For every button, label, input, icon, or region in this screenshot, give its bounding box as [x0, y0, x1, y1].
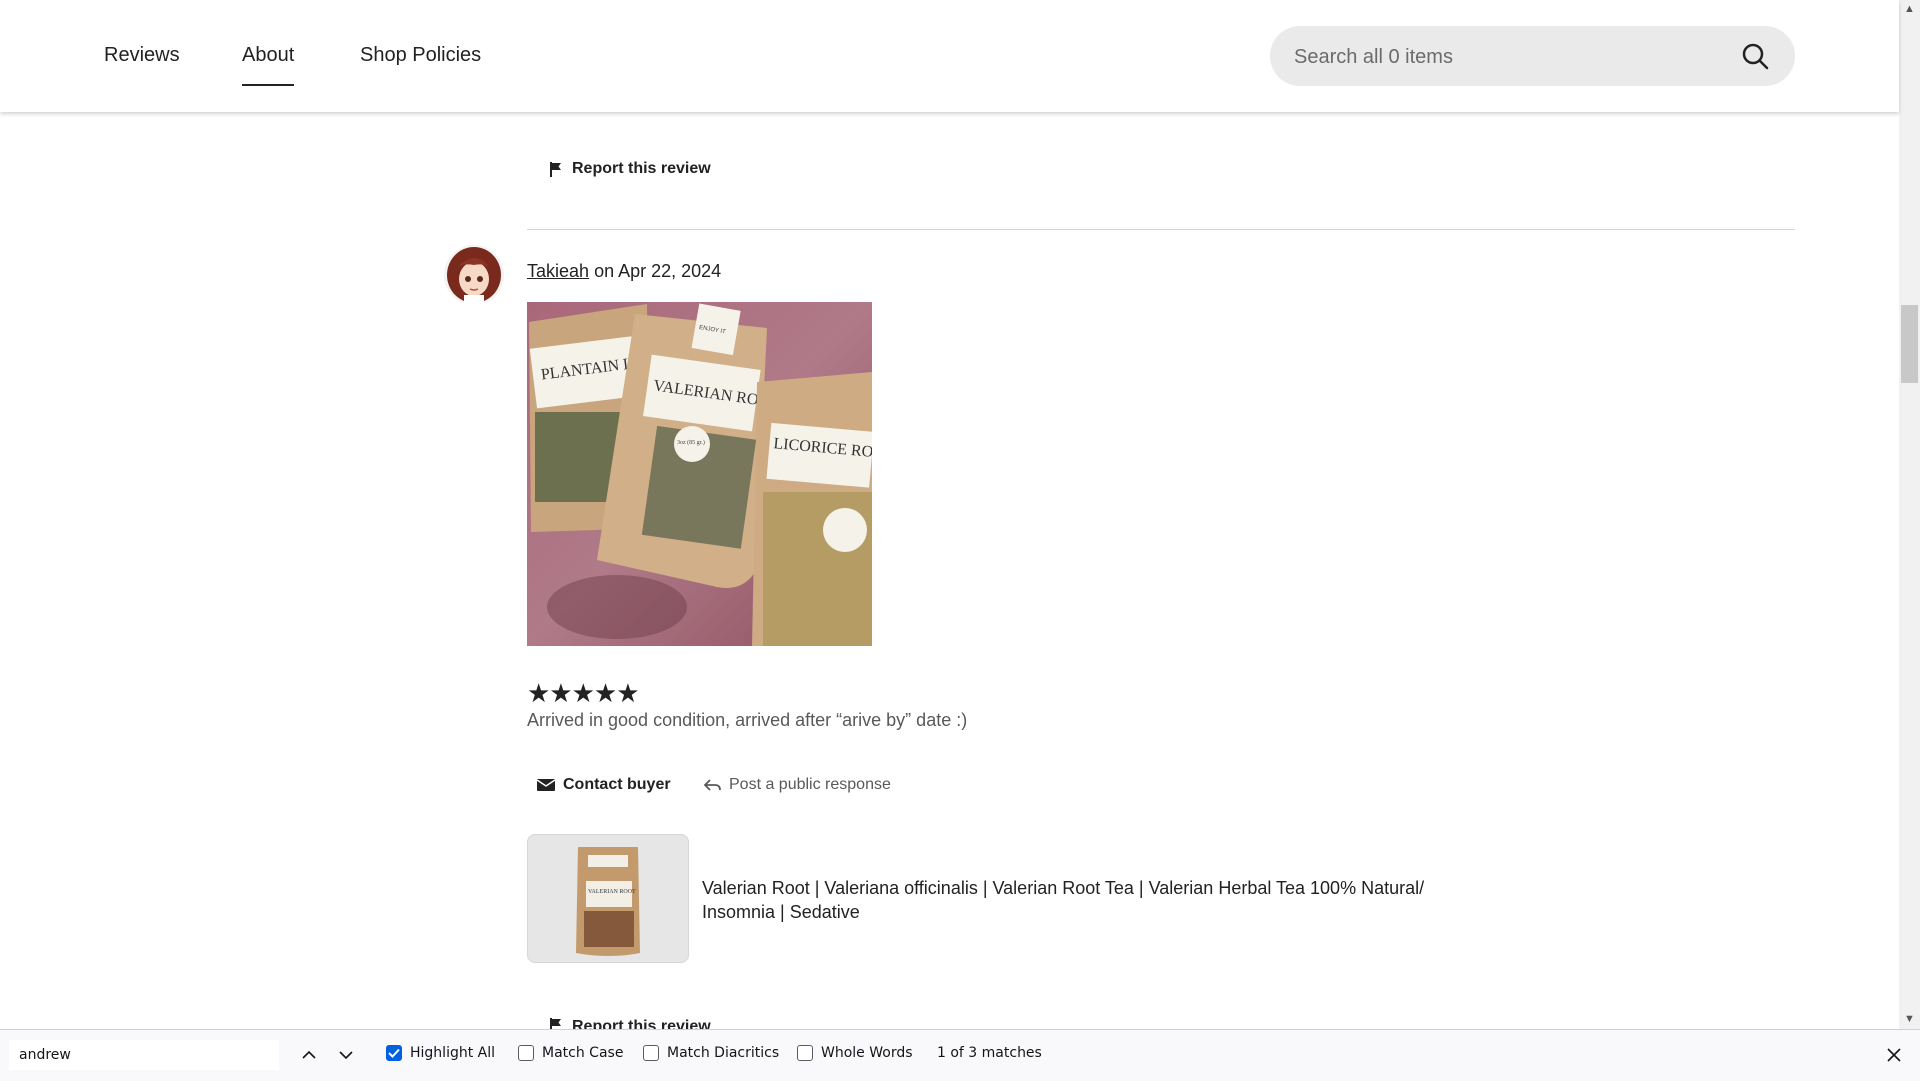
chevron-down-icon: [339, 1051, 353, 1060]
shop-search: [1270, 26, 1795, 86]
search-input[interactable]: [1292, 40, 1716, 74]
reviewer-avatar-image: [444, 245, 504, 305]
reviewer-line: Takieah on Apr 22, 2024: [527, 261, 721, 282]
report-review-link-previous[interactable]: Report this review: [550, 160, 711, 178]
avatar[interactable]: [444, 245, 504, 305]
report-review-link[interactable]: Report this review: [550, 1018, 711, 1029]
whole-words-checkbox[interactable]: Whole Words: [797, 1045, 913, 1061]
tab-reviews[interactable]: Reviews: [104, 44, 180, 67]
whole-words-label: Whole Words: [821, 1045, 913, 1061]
flag-icon: [550, 161, 561, 177]
chevron-up-icon: [302, 1050, 316, 1059]
search-icon[interactable]: [1741, 42, 1769, 70]
match-diacritics-label: Match Diacritics: [667, 1045, 780, 1061]
highlight-all-label: Highlight All: [410, 1045, 496, 1061]
page-scrollbar[interactable]: ▲ ▼: [1899, 0, 1920, 1029]
thumbnail-label: VALERIAN ROOT: [588, 889, 636, 895]
review-photo[interactable]: PLANTAIN LEAF VALERIAN ROOT ENJOY IT 3oz…: [527, 302, 872, 646]
review-divider: [527, 229, 1795, 230]
contact-buyer-label: Contact buyer: [563, 776, 671, 793]
report-review-label: Report this review: [572, 160, 711, 177]
review-text: Arrived in good condition, arrived after…: [527, 710, 968, 730]
shop-nav-bar: Reviews About Shop Policies: [0, 0, 1899, 112]
review-date: on Apr 22, 2024: [594, 261, 722, 281]
match-case-label: Match Case: [542, 1045, 624, 1061]
photo-label-weight-1: 3oz (85 gr.): [677, 439, 705, 446]
review-photo-image: PLANTAIN LEAF VALERIAN ROOT ENJOY IT 3oz…: [527, 302, 872, 646]
checkbox-unchecked: [518, 1045, 534, 1061]
tab-shop-policies[interactable]: Shop Policies: [360, 44, 481, 67]
flag-icon: [550, 1018, 561, 1029]
report-review-label: Report this review: [572, 1018, 711, 1029]
next-match-button[interactable]: [332, 1041, 360, 1069]
match-count-status: 1 of 3 matches: [937, 1045, 1042, 1061]
post-public-response-label: Post a public response: [729, 776, 891, 793]
previous-match-button[interactable]: [295, 1041, 323, 1069]
tab-about[interactable]: About: [242, 44, 295, 86]
find-input[interactable]: [9, 1040, 279, 1070]
close-icon: [1887, 1048, 1901, 1062]
product-title-link[interactable]: Valerian Root | Valeriana officinalis | …: [702, 876, 1462, 924]
star-rating: ★★★★★: [527, 678, 640, 708]
scroll-down-arrow-icon[interactable]: ▼: [1902, 1012, 1917, 1027]
match-diacritics-checkbox[interactable]: Match Diacritics: [643, 1045, 779, 1061]
contact-buyer-button[interactable]: Contact buyer: [537, 776, 671, 794]
close-find-bar-button[interactable]: [1880, 1041, 1908, 1069]
find-in-page-bar: Highlight All Match Case Match Diacritic…: [0, 1029, 1920, 1081]
checkbox-checked: [386, 1045, 402, 1061]
checkbox-unchecked: [797, 1045, 813, 1061]
post-public-response-button[interactable]: Post a public response: [704, 776, 891, 794]
scroll-up-arrow-icon[interactable]: ▲: [1902, 2, 1917, 17]
match-case-checkbox[interactable]: Match Case: [518, 1045, 623, 1061]
scrollbar-thumb[interactable]: [1901, 305, 1918, 383]
product-thumbnail-image: VALERIAN ROOT: [528, 835, 688, 962]
highlight-all-checkbox[interactable]: Highlight All: [386, 1045, 495, 1061]
reviewer-name-link[interactable]: Takieah: [527, 261, 589, 281]
product-thumbnail[interactable]: VALERIAN ROOT: [527, 834, 689, 963]
checkbox-unchecked: [643, 1045, 659, 1061]
checkmark-icon: [388, 1048, 400, 1058]
reply-arrow-icon: [704, 779, 721, 791]
envelope-icon: [537, 779, 555, 791]
